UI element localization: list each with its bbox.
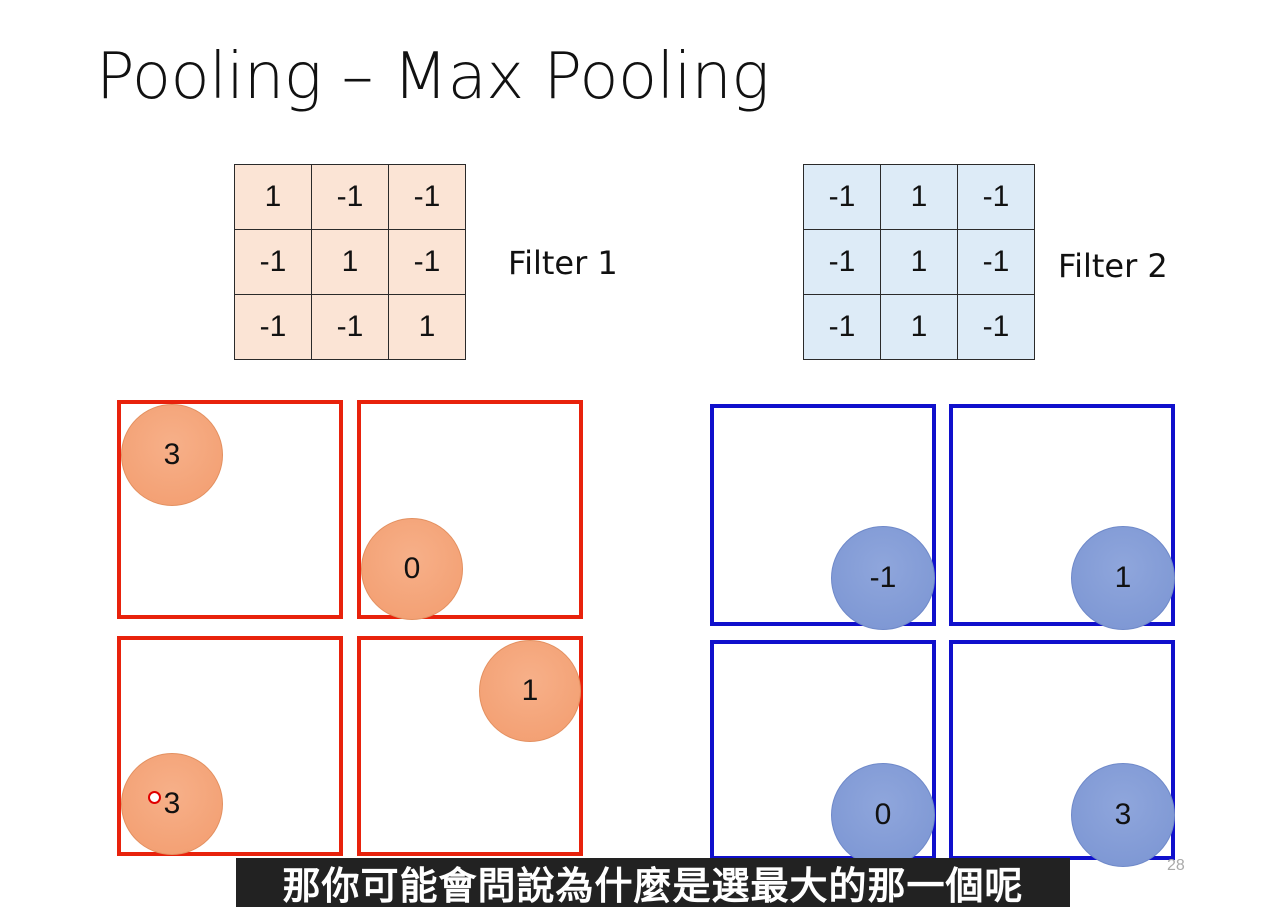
slide-title: Pooling – Max Pooling [96,40,770,114]
video-subtitle: 那你可能會問說為什麼是選最大的那一個呢 [236,858,1070,907]
max-value-circle: 3 [121,404,223,506]
filter-2-cell: -1 [957,229,1035,295]
max-value-circle: 1 [1071,526,1175,630]
pointer-cursor-icon [148,791,161,804]
filter-2-cell: 1 [880,294,958,360]
filter-1-cell: -1 [388,229,466,295]
max-value-circle: 3 [1071,763,1175,867]
filter-1-matrix: 1 -1 -1 -1 1 -1 -1 -1 1 [234,164,466,360]
filter-2-cell: -1 [957,164,1035,230]
filter-1-cell: -1 [311,164,389,230]
filter-1-cell: 1 [388,294,466,360]
filter-2-cell: -1 [957,294,1035,360]
max-value-circle: 0 [831,763,935,867]
max-value-circle: 3 [121,753,223,855]
filter-2-cell: 1 [880,164,958,230]
max-value-circle: -1 [831,526,935,630]
filter-1-cell: -1 [311,294,389,360]
filter-1-cell: 1 [311,229,389,295]
max-value-circle: 0 [361,518,463,620]
filter-1-cell: -1 [234,294,312,360]
filter-1-cell: -1 [388,164,466,230]
page-number: 28 [1167,857,1185,874]
filter-2-matrix: -1 1 -1 -1 1 -1 -1 1 -1 [803,164,1035,360]
filter-2-cell: -1 [803,164,881,230]
filter-1-label: Filter 1 [508,244,618,282]
filter-1-cell: 1 [234,164,312,230]
filter-2-cell: -1 [803,294,881,360]
filter-2-cell: 1 [880,229,958,295]
filter-2-cell: -1 [803,229,881,295]
filter-2-label: Filter 2 [1058,247,1168,285]
max-value-circle: 1 [479,640,581,742]
filter-1-cell: -1 [234,229,312,295]
